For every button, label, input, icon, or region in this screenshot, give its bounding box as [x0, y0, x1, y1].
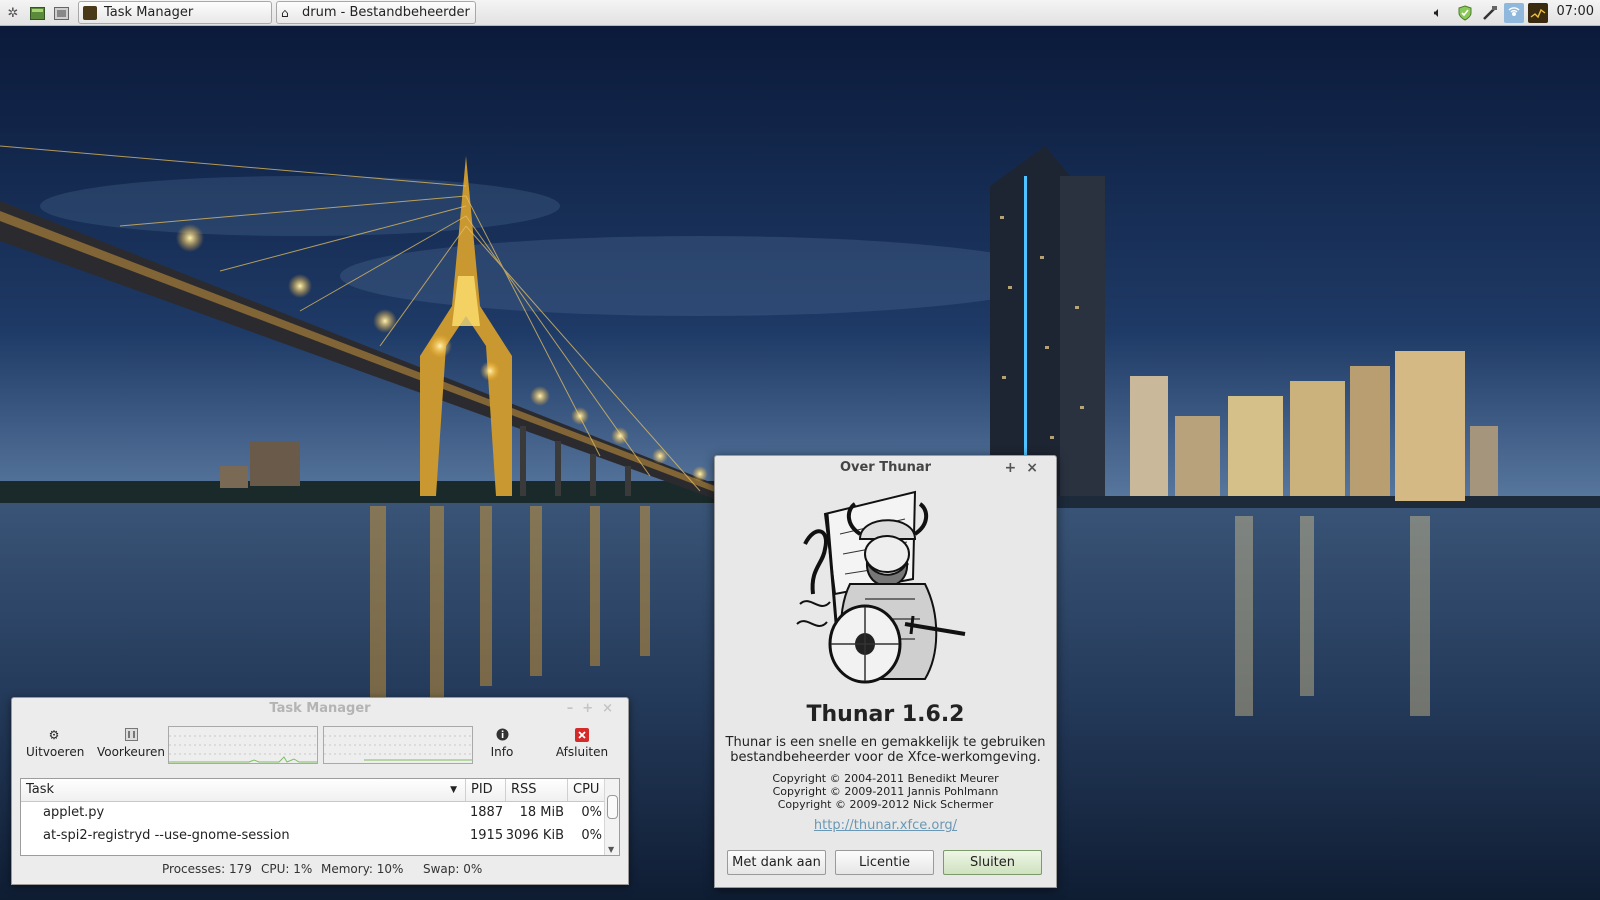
- volume-icon[interactable]: 🔈︎: [1428, 3, 1448, 23]
- show-desktop-icon[interactable]: [28, 4, 46, 22]
- quit-button[interactable]: Afsluiten: [552, 728, 612, 759]
- scrollbar-thumb[interactable]: [607, 795, 618, 819]
- close-icon[interactable]: ×: [1026, 460, 1048, 476]
- description-line: bestandbeheerder voor de Xfce-werkomgevi…: [730, 750, 1041, 765]
- column-header-pid[interactable]: PID: [466, 779, 506, 801]
- process-list[interactable]: Task ▼ PID RSS CPU applet.py 1887 18 MiB…: [20, 778, 620, 856]
- home-folder-icon: ⌂: [281, 5, 289, 20]
- memory-graph: [323, 726, 473, 764]
- status-bar: Processes: 179 CPU: 1% Memory: 10% Swap:…: [12, 858, 628, 880]
- taskbar-item-label: Task Manager: [104, 5, 194, 20]
- minimize-icon[interactable]: –: [567, 701, 583, 716]
- column-header-rss[interactable]: RSS: [506, 779, 568, 801]
- info-button[interactable]: Info: [482, 728, 522, 759]
- button-label: Met dank aan: [732, 855, 821, 870]
- description-line: Thunar is een snelle en gemakkelijk te g…: [725, 735, 1046, 750]
- gear-icon: ⚙: [48, 728, 60, 742]
- taskbar-item-task-manager[interactable]: Task Manager: [78, 1, 272, 24]
- rss-cell: 3096 KiB: [505, 828, 564, 843]
- column-label: CPU: [573, 782, 600, 797]
- app-description: Thunar is een snelle en gemakkelijk te g…: [725, 735, 1046, 765]
- button-label: Licentie: [859, 855, 910, 870]
- button-label: Sluiten: [969, 855, 1016, 870]
- task-manager-app-icon: [83, 5, 97, 20]
- cpu-graph: [168, 726, 318, 764]
- cpu-cell: 0%: [581, 805, 602, 820]
- about-thunar-dialog: Over Thunar +× Thunar 1.6.2 Thunar is ee…: [714, 455, 1057, 888]
- preferences-icon: [124, 728, 138, 742]
- license-button[interactable]: Licentie: [835, 850, 934, 875]
- table-row[interactable]: at-spi2-registryd --use-gnome-session 19…: [21, 825, 606, 847]
- pid-cell: 1887: [470, 805, 504, 820]
- maximize-icon[interactable]: +: [1005, 460, 1027, 476]
- quit-icon: [575, 728, 589, 742]
- task-cell: applet.py: [43, 805, 105, 820]
- close-icon[interactable]: ×: [602, 701, 622, 716]
- vertical-scrollbar[interactable]: ▼: [604, 779, 619, 855]
- table-row[interactable]: applet.py 1887 18 MiB 0%: [21, 802, 606, 824]
- close-button[interactable]: Sluiten: [943, 850, 1042, 875]
- sort-down-icon: ▼: [450, 785, 457, 795]
- maximize-icon[interactable]: +: [582, 701, 602, 716]
- copyright-line: Copyright © 2009-2011 Jannis Pohlmann: [772, 785, 999, 798]
- taskbar-item-label: drum - Bestandbeheerder: [302, 5, 470, 20]
- credits-button[interactable]: Met dank aan: [727, 850, 826, 875]
- window-titlebar[interactable]: Task Manager –+×: [12, 698, 628, 720]
- info-label: Info: [490, 745, 514, 759]
- status-processes: Processes: 179: [162, 862, 252, 876]
- top-panel: ✲ Task Manager ⌂ drum - Bestandbeheerder…: [0, 0, 1600, 26]
- status-memory: Memory: 10%: [321, 862, 404, 876]
- run-label: Uitvoeren: [26, 745, 85, 759]
- network-icon[interactable]: [1504, 3, 1524, 23]
- rss-cell: 18 MiB: [519, 805, 564, 820]
- dialog-title: Over Thunar: [839, 460, 932, 475]
- column-header-task[interactable]: Task ▼: [21, 779, 466, 801]
- taskbar-item-file-manager[interactable]: ⌂ drum - Bestandbeheerder: [276, 1, 476, 24]
- run-button[interactable]: ⚙ Uitvoeren: [26, 728, 85, 759]
- power-cable-icon[interactable]: [1480, 3, 1500, 23]
- info-icon: [495, 728, 509, 742]
- column-label: Task: [26, 782, 55, 797]
- task-manager-window: Task Manager –+× ⚙ Uitvoeren Voorkeuren: [11, 697, 629, 885]
- system-monitor-icon[interactable]: [1528, 3, 1548, 23]
- column-header-cpu[interactable]: CPU: [568, 779, 606, 801]
- preferences-button[interactable]: Voorkeuren: [95, 728, 167, 759]
- clock[interactable]: 07:00: [1557, 4, 1594, 19]
- quit-label: Afsluiten: [555, 745, 609, 759]
- status-swap: Swap: 0%: [423, 862, 483, 876]
- copyright-block: Copyright © 2004-2011 Benedikt Meurer Co…: [715, 772, 1056, 811]
- dialog-titlebar[interactable]: Over Thunar +×: [715, 456, 1056, 480]
- window-title: Task Manager: [269, 701, 371, 716]
- thunar-viking-logo: [795, 484, 975, 684]
- copyright-line: Copyright © 2004-2011 Benedikt Meurer: [772, 772, 999, 785]
- copyright-line: Copyright © 2009-2012 Nick Schermer: [777, 798, 994, 811]
- window-list-icon[interactable]: [52, 4, 70, 22]
- scroll-down-arrow-icon[interactable]: ▼: [608, 845, 614, 854]
- website-link[interactable]: http://thunar.xfce.org/: [715, 818, 1056, 833]
- status-cpu: CPU: 1%: [261, 862, 313, 876]
- applications-menu-icon[interactable]: ✲: [4, 4, 22, 22]
- process-list-header: Task ▼ PID RSS CPU: [21, 779, 619, 802]
- task-cell: at-spi2-registryd --use-gnome-session: [43, 828, 290, 843]
- column-label: PID: [471, 782, 493, 797]
- update-status-icon[interactable]: [1455, 3, 1475, 23]
- cpu-cell: 0%: [581, 828, 602, 843]
- pid-cell: 1915: [470, 828, 504, 843]
- column-label: RSS: [511, 782, 537, 797]
- preferences-label: Voorkeuren: [96, 745, 166, 759]
- app-name: Thunar 1.6.2: [806, 702, 965, 727]
